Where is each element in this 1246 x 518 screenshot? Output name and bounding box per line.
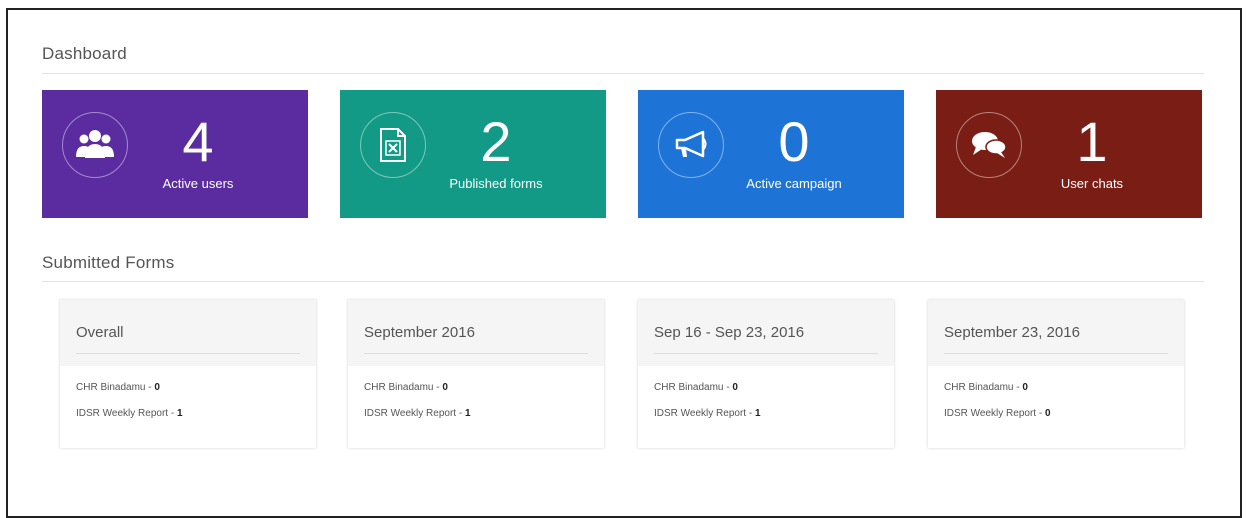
card-title: Overall — [76, 324, 124, 341]
users-icon — [62, 112, 128, 178]
card-header-divider — [76, 353, 300, 354]
submitted-forms-card-overall: Overall CHR Binadamu - 0 IDSR Weekly Rep… — [60, 300, 316, 448]
active-campaign-label: Active campaign — [746, 176, 842, 191]
card-header-divider — [654, 353, 878, 354]
form-count-row: IDSR Weekly Report - 1 — [364, 408, 471, 419]
stat-tile-active-campaign[interactable]: 0 Active campaign — [638, 90, 904, 218]
published-forms-label: Published forms — [449, 176, 543, 191]
form-count-row: IDSR Weekly Report - 0 — [944, 408, 1051, 419]
stat-tile-user-chats[interactable]: 1 User chats — [936, 90, 1202, 218]
form-count-row: CHR Binadamu - 0 — [654, 382, 738, 393]
active-campaign-count: 0 — [778, 110, 810, 173]
submitted-forms-card-week: Sep 16 - Sep 23, 2016 CHR Binadamu - 0 I… — [638, 300, 894, 448]
megaphone-icon — [658, 112, 724, 178]
active-users-count: 4 — [182, 110, 214, 173]
chat-bubbles-icon — [956, 112, 1022, 178]
active-users-label: Active users — [162, 176, 234, 191]
title-divider — [42, 73, 1204, 74]
card-title: September 23, 2016 — [944, 324, 1080, 341]
card-header-divider — [364, 353, 588, 354]
card-title: Sep 16 - Sep 23, 2016 — [654, 324, 805, 341]
submitted-forms-divider — [42, 281, 1204, 282]
excel-file-icon — [360, 112, 426, 178]
card-header-divider — [944, 353, 1168, 354]
published-forms-count: 2 — [480, 110, 512, 173]
form-count-row: CHR Binadamu - 0 — [364, 382, 448, 393]
stat-tile-published-forms[interactable]: 2 Published forms — [340, 90, 606, 218]
user-chats-count: 1 — [1076, 110, 1108, 173]
submitted-forms-card-month: September 2016 CHR Binadamu - 0 IDSR Wee… — [348, 300, 604, 448]
submitted-forms-title: Submitted Forms — [42, 253, 175, 272]
card-header: September 2016 — [348, 300, 604, 366]
page-title: Dashboard — [42, 44, 127, 63]
card-header: September 23, 2016 — [928, 300, 1184, 366]
form-count-row: IDSR Weekly Report - 1 — [76, 408, 183, 419]
page-frame: Dashboard 4 Active users 2 Published for… — [6, 8, 1242, 518]
card-title: September 2016 — [364, 324, 475, 341]
user-chats-label: User chats — [1060, 176, 1124, 191]
form-count-row: CHR Binadamu - 0 — [76, 382, 160, 393]
form-count-row: CHR Binadamu - 0 — [944, 382, 1028, 393]
form-count-row: IDSR Weekly Report - 1 — [654, 408, 761, 419]
stat-tile-active-users[interactable]: 4 Active users — [42, 90, 308, 218]
card-header: Overall — [60, 300, 316, 366]
submitted-forms-card-day: September 23, 2016 CHR Binadamu - 0 IDSR… — [928, 300, 1184, 448]
card-header: Sep 16 - Sep 23, 2016 — [638, 300, 894, 366]
